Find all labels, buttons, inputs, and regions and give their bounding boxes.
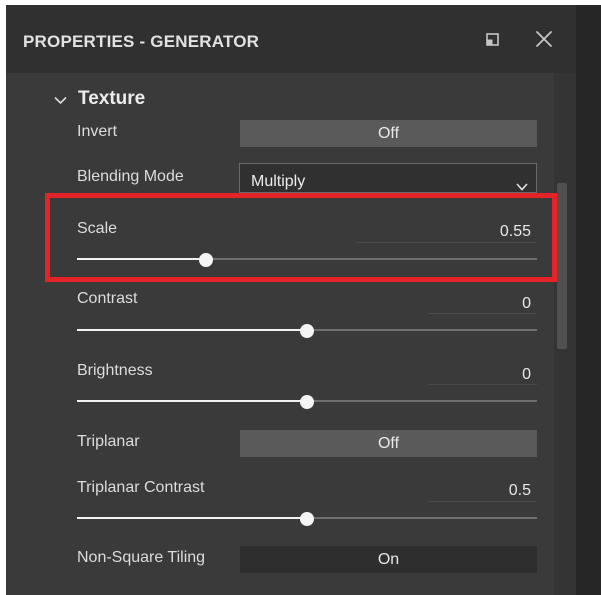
close-icon[interactable] [534,29,554,49]
section-title-texture[interactable]: Texture [78,88,145,110]
brightness-slider-thumb[interactable] [300,395,314,409]
triplanar-toggle[interactable]: Off [240,430,537,457]
non-square-tiling-value: On [377,551,400,568]
non-square-tiling-label: Non-Square Tiling [77,549,206,566]
chevron-down-icon[interactable] [54,92,67,105]
triplanar-label: Triplanar [77,433,140,450]
triplanar-contrast-slider[interactable] [77,512,537,526]
scrollbar-thumb[interactable] [557,183,567,349]
contrast-label: Contrast [77,290,138,307]
triplanar-contrast-slider-rest [307,517,537,519]
brightness-slider-fill [77,400,307,402]
brightness-slider[interactable] [77,395,537,409]
contrast-value[interactable]: 0 [420,295,531,313]
chevron-down-icon [516,178,528,191]
contrast-slider-thumb[interactable] [300,324,314,338]
scale-highlight-box [45,193,557,282]
triplanar-value: Off [377,435,400,452]
triplanar-contrast-label: Triplanar Contrast [77,479,205,496]
panel-header: PROPERTIES - GENERATOR [6,5,576,73]
blending-mode-label: Blending Mode [77,168,184,185]
panel-title: PROPERTIES - GENERATOR [23,32,260,51]
contrast-slider-fill [77,329,307,331]
contrast-slider-rest [307,329,537,331]
triplanar-contrast-slider-fill [77,517,307,519]
undock-icon[interactable] [486,33,499,46]
invert-toggle[interactable]: Off [240,120,537,147]
brightness-slider-rest [307,400,537,402]
blending-mode-dropdown[interactable]: Multiply [239,163,537,193]
invert-label: Invert [77,123,118,140]
brightness-label: Brightness [77,362,153,379]
contrast-slider[interactable] [77,324,537,338]
right-gutter [576,5,601,595]
brightness-value-underline [428,384,537,385]
triplanar-contrast-slider-thumb[interactable] [300,512,314,526]
contrast-value-underline [428,313,537,314]
brightness-value[interactable]: 0 [420,366,531,384]
triplanar-contrast-value[interactable]: 0.5 [420,482,531,500]
non-square-tiling-toggle[interactable]: On [240,546,537,573]
invert-value: Off [377,125,400,142]
triplanar-contrast-value-underline [428,501,537,502]
blending-mode-value: Multiply [251,173,306,190]
